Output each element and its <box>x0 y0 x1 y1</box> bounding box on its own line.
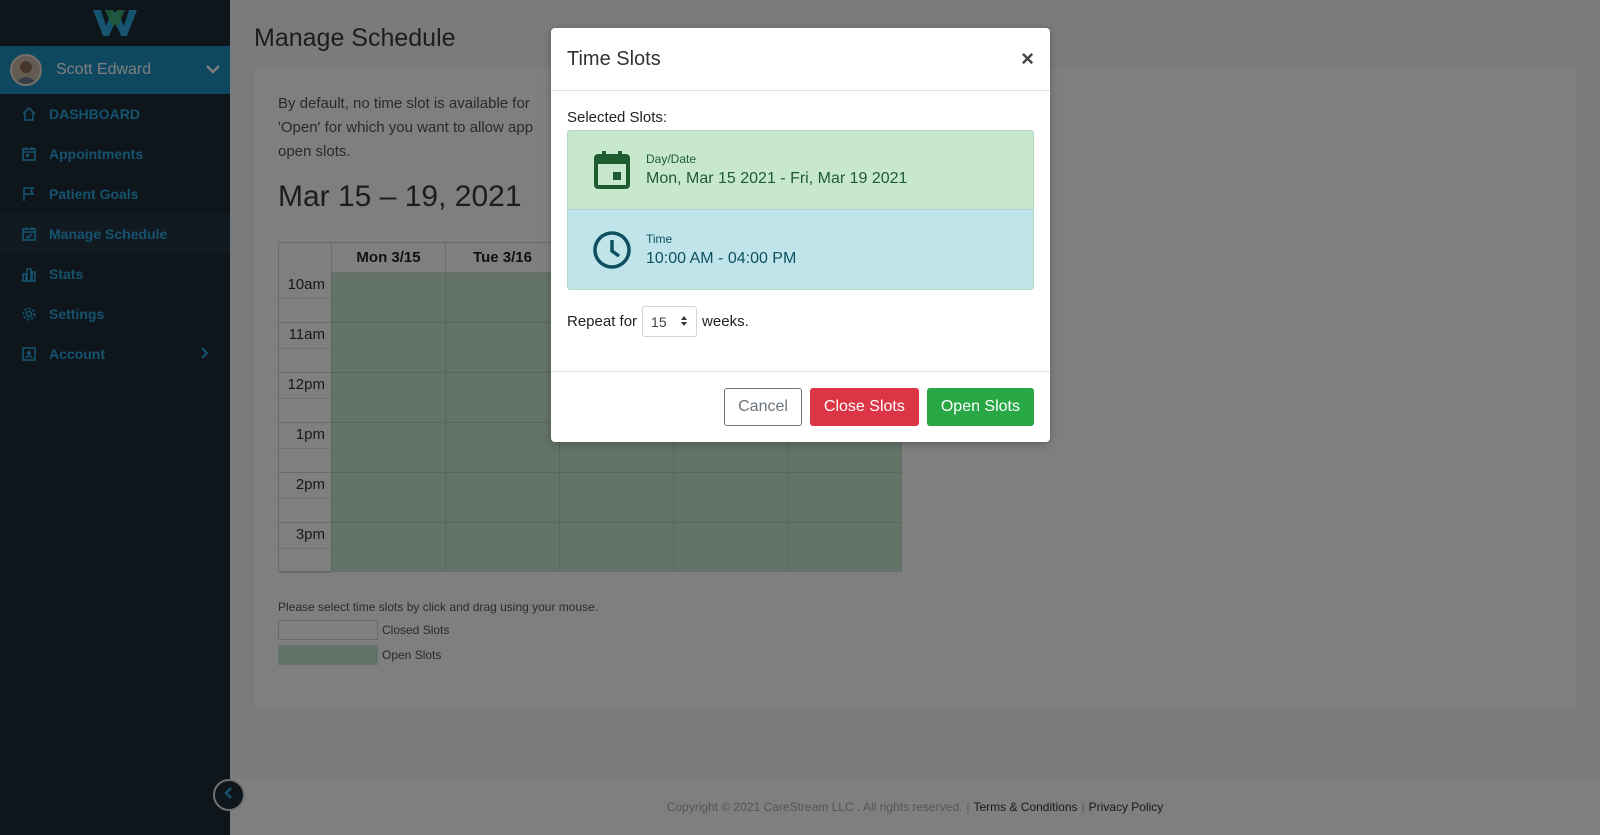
time-value: 10:00 AM - 04:00 PM <box>646 249 797 267</box>
selected-slots-label: Selected Slots: <box>567 109 668 126</box>
repeat-row: Repeat for 15 weeks. <box>567 306 1034 337</box>
close-slots-button[interactable]: Close Slots <box>809 388 919 426</box>
repeat-suffix: weeks. <box>702 313 749 330</box>
repeat-weeks-value: 15 <box>651 313 667 330</box>
modal-footer: Cancel Close Slots Open Slots <box>551 371 1050 442</box>
cancel-button[interactable]: Cancel <box>724 388 802 426</box>
sort-arrows-icon <box>680 314 688 330</box>
clock-icon <box>592 230 632 270</box>
close-icon[interactable]: × <box>1021 46 1034 72</box>
modal-header: Time Slots × <box>551 28 1050 91</box>
date-summary: Day/Date Mon, Mar 15 2021 - Fri, Mar 19 … <box>568 131 1033 210</box>
selected-slots-box: Day/Date Mon, Mar 15 2021 - Fri, Mar 19 … <box>567 130 1034 290</box>
calendar-icon <box>592 150 632 190</box>
time-slots-modal: Time Slots × Selected Slots: Day/Date Mo… <box>551 28 1050 442</box>
repeat-weeks-select[interactable]: 15 <box>642 306 698 337</box>
modal-title: Time Slots <box>567 47 661 70</box>
date-label: Day/Date <box>646 152 697 166</box>
open-slots-button[interactable]: Open Slots <box>926 388 1034 426</box>
date-value: Mon, Mar 15 2021 - Fri, Mar 19 2021 <box>646 170 908 187</box>
time-label: Time <box>646 231 673 246</box>
modal-body: Selected Slots: Day/Date Mon, Mar 15 202… <box>551 91 1050 337</box>
time-summary: Time 10:00 AM - 04:00 PM <box>568 210 1033 289</box>
repeat-prefix: Repeat for <box>567 313 638 330</box>
